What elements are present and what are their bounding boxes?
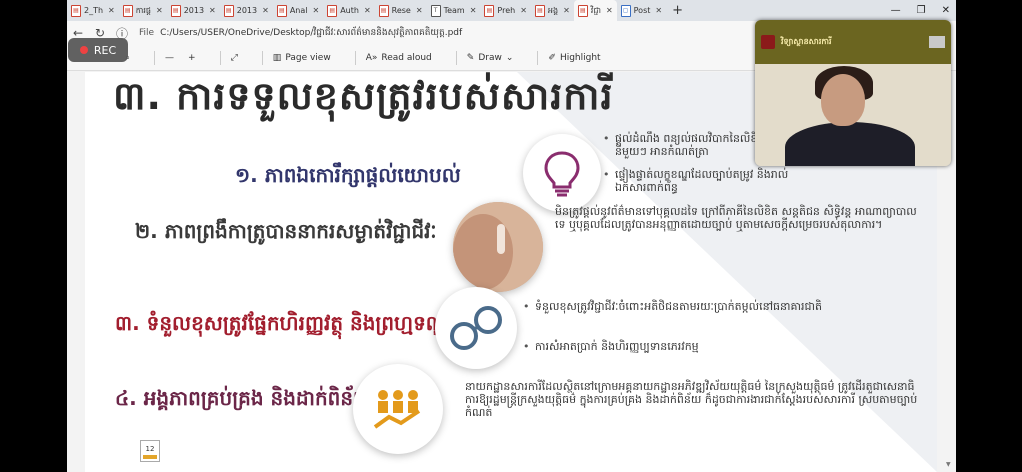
item-3-bullet-1: ទំនួលខុសត្រូវវិជ្ជាជីវៈចំពោះអតិថិជនតាមរយ… bbox=[523, 300, 915, 313]
close-tab-icon[interactable]: ✕ bbox=[606, 6, 613, 15]
tab-label: 2_Th bbox=[84, 6, 104, 15]
tab-7[interactable]: T Team ✕ bbox=[427, 0, 481, 21]
tab-label: Preh bbox=[497, 6, 516, 15]
video-banner-text: វិទ្យាស្ថានសារការី bbox=[781, 37, 832, 46]
partner-logo-icon bbox=[929, 36, 945, 48]
maximize-icon[interactable]: ❐ bbox=[917, 5, 926, 16]
teams-icon: T bbox=[430, 4, 441, 17]
tab-label: Post bbox=[633, 6, 651, 15]
tab-label: Rese bbox=[391, 6, 411, 15]
tab-9[interactable]: ▤ អង្គ ✕ bbox=[531, 0, 574, 21]
page-view-button[interactable]: ▥ Page view bbox=[273, 53, 331, 63]
close-tab-icon[interactable]: ✕ bbox=[520, 6, 527, 15]
tab-strip: ▤ 2_Th ✕ ▤ ការផ្ត ✕ ▤ 2013 ✕ ▤ 2013 ✕ ▤ Anal ✕ ▤ Au… bbox=[67, 0, 956, 21]
close-tab-icon[interactable]: ✕ bbox=[563, 6, 570, 15]
video-banner: វិទ្យាស្ថានសារការី bbox=[755, 20, 951, 64]
tab-label: វិជ្ជា bbox=[590, 5, 601, 15]
zoom-in-icon[interactable]: + bbox=[188, 53, 196, 63]
recording-label: REC bbox=[93, 43, 117, 57]
tab-label: ការផ្ត bbox=[135, 5, 151, 15]
read-aloud-icon: A» bbox=[365, 52, 378, 63]
webcam-overlay[interactable]: វិទ្យាស្ថានសារការី bbox=[755, 20, 951, 166]
tab-8[interactable]: ▤ Preh ✕ bbox=[480, 0, 531, 21]
tab-label: Auth bbox=[340, 6, 359, 15]
tab-1[interactable]: ▤ ការផ្ត ✕ bbox=[119, 0, 167, 21]
pdf-icon: ▤ bbox=[223, 4, 234, 17]
tab-3[interactable]: ▤ 2013 ✕ bbox=[220, 0, 273, 21]
tab-label: 2013 bbox=[183, 6, 205, 15]
close-tab-icon[interactable]: ✕ bbox=[156, 6, 163, 15]
slide-title: ៣. ការទទួលខុសត្រូវរបស់សារការី bbox=[113, 74, 614, 118]
page-number-badge: 12 bbox=[140, 440, 160, 462]
url-text[interactable]: C:/Users/USER/OneDrive/Desktop/វិជ្ជាជីវ… bbox=[160, 27, 462, 40]
close-tab-icon[interactable]: ✕ bbox=[108, 6, 115, 15]
tab-5[interactable]: ▤ Auth ✕ bbox=[323, 0, 374, 21]
highlight-button[interactable]: ✐ Highlight bbox=[548, 53, 600, 63]
pdf-icon: ▤ bbox=[577, 4, 588, 17]
pdf-icon: ▤ bbox=[534, 4, 545, 17]
chevron-down-icon: ⌄ bbox=[505, 52, 514, 63]
tab-label: Team bbox=[443, 6, 465, 15]
close-tab-icon[interactable]: ✕ bbox=[470, 6, 477, 15]
scroll-down-arrow-icon[interactable]: ▼ bbox=[946, 461, 951, 468]
item-4-text: នាយកដ្ឋានសារការីដែលស្ថិតនៅក្រោមអគ្គនាយកដ… bbox=[465, 380, 918, 419]
file-scheme-label: File bbox=[139, 28, 155, 38]
handcuffs-icon bbox=[435, 287, 517, 369]
item-1-bullet-2: ផ្ទៀងផ្ទាត់លក្ខខណ្ឌដែលច្បាប់តម្រូវ និងរា… bbox=[603, 168, 805, 194]
left-black-bar bbox=[0, 0, 67, 472]
pdf-icon: ▤ bbox=[276, 4, 287, 17]
minimize-icon[interactable]: — bbox=[891, 5, 901, 16]
presenter-face bbox=[821, 74, 865, 126]
record-dot-icon bbox=[79, 46, 88, 54]
new-tab-plus-icon[interactable]: + bbox=[666, 3, 689, 18]
close-tab-icon[interactable]: ✕ bbox=[262, 6, 269, 15]
tab-6[interactable]: ▤ Rese ✕ bbox=[375, 0, 427, 21]
item-1-bullet-1: ផ្តល់ដំណឹង ពន្យល់ផលវិបាកនៃលិខិតនីមួយៗ អា… bbox=[603, 132, 775, 158]
zoom-out-icon[interactable]: — bbox=[165, 53, 174, 63]
highlight-marker-icon: ✐ bbox=[548, 52, 556, 63]
close-tab-icon[interactable]: ✕ bbox=[312, 6, 319, 15]
pdf-icon: ▤ bbox=[170, 4, 181, 17]
lightbulb-icon bbox=[523, 134, 601, 212]
tab-label: Anal bbox=[289, 6, 308, 15]
tab-label: អង្គ bbox=[547, 5, 559, 15]
tab-label: 2013 bbox=[236, 6, 258, 15]
presenter-body bbox=[785, 122, 915, 166]
right-black-bar bbox=[956, 0, 1022, 472]
pdf-icon: ▤ bbox=[484, 4, 495, 17]
close-tab-icon[interactable]: ✕ bbox=[364, 6, 371, 15]
draw-button[interactable]: ✎ Draw ⌄ bbox=[467, 53, 514, 63]
window-controls: — ❐ ✕ bbox=[891, 0, 950, 21]
pdf-icon: ▤ bbox=[378, 4, 389, 17]
item-2-heading: ២. ភាពព្រងឹកាត្រូបាននាករសម្ងាត់វិជ្ជាជីវ… bbox=[135, 219, 437, 243]
tab-4[interactable]: ▤ Anal ✕ bbox=[273, 0, 323, 21]
fit-page-icon[interactable]: ⤢ bbox=[231, 53, 238, 63]
close-tab-icon[interactable]: ✕ bbox=[655, 6, 662, 15]
item-2-text: មិនត្រូវផ្តល់នូវព័ត៌មានទៅបុគ្គលដទៃ ក្រៅព… bbox=[555, 205, 917, 231]
tab-2[interactable]: ▤ 2013 ✕ bbox=[167, 0, 220, 21]
tab-0[interactable]: ▤ 2_Th ✕ bbox=[67, 0, 119, 21]
secrecy-photo bbox=[453, 202, 543, 292]
page-icon: ▢ bbox=[620, 4, 631, 17]
page-view-icon: ▥ bbox=[272, 52, 282, 63]
institution-logo-icon bbox=[761, 35, 775, 49]
read-aloud-button[interactable]: A» Read aloud bbox=[366, 53, 432, 63]
close-tab-icon[interactable]: ✕ bbox=[416, 6, 423, 15]
pdf-icon: ▤ bbox=[71, 4, 81, 17]
recording-badge[interactable]: REC bbox=[68, 38, 128, 62]
item-3-bullet-2: ការសំអាតប្រាក់ និងហិរញ្ញប្បទានភេរវកម្ម bbox=[523, 340, 915, 353]
draw-pen-icon: ✎ bbox=[466, 52, 475, 63]
close-tab-icon[interactable]: ✕ bbox=[209, 6, 216, 15]
close-window-icon[interactable]: ✕ bbox=[942, 5, 950, 16]
item-4-heading: ៤. អង្គភាពគ្រប់គ្រង និងដាក់ពិន័យ bbox=[115, 386, 373, 410]
item-3-heading: ៣. ទំនួលខុសត្រូវផ្នែកហិរញ្ញវត្ថុ និងព្រហ… bbox=[115, 311, 451, 335]
pdf-icon: ▤ bbox=[122, 4, 133, 17]
tab-10-active[interactable]: ▤ វិជ្ជា ✕ bbox=[573, 0, 617, 21]
item-1-heading: ១. ភាពឯកោរឹក្សាផ្តល់យោបល់ bbox=[235, 163, 461, 187]
tab-11[interactable]: ▢ Post ✕ bbox=[617, 0, 666, 21]
team-growth-icon bbox=[353, 364, 443, 454]
pdf-icon: ▤ bbox=[327, 4, 338, 17]
